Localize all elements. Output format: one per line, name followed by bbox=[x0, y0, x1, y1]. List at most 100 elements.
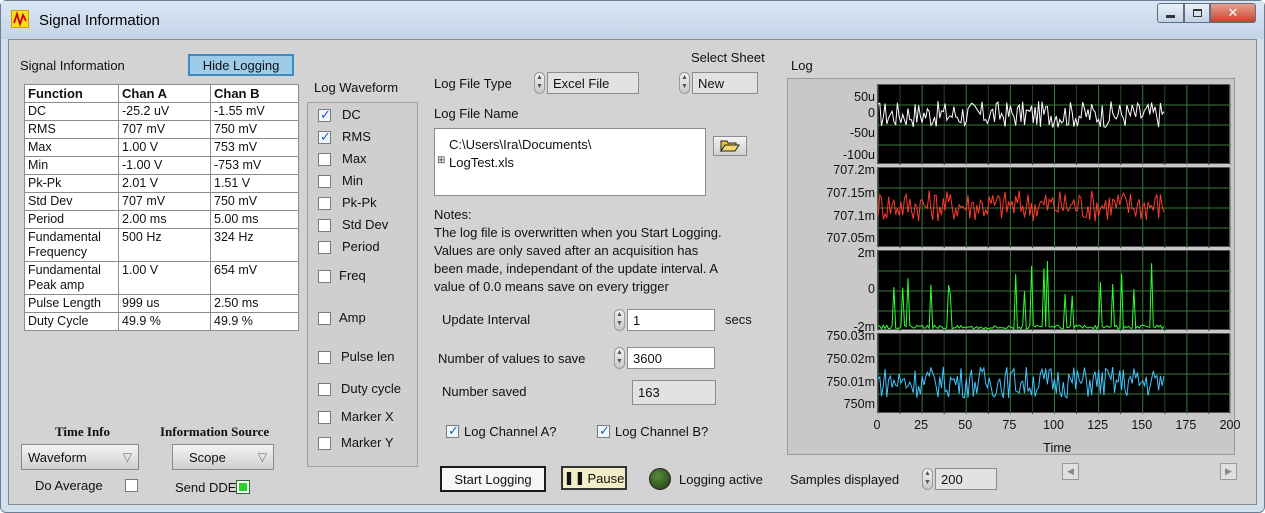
table-cell: 2.00 ms bbox=[118, 210, 211, 229]
minimize-icon bbox=[1166, 14, 1175, 18]
x-tick-label: 100 bbox=[1043, 418, 1064, 432]
log-waveform-checkbox[interactable] bbox=[318, 437, 331, 450]
y-tick-label: 707.1m bbox=[833, 209, 875, 223]
select-sheet-field[interactable]: New bbox=[692, 72, 758, 94]
window-title: Signal Information bbox=[39, 12, 160, 29]
close-button[interactable]: ✕ bbox=[1210, 3, 1256, 23]
y-tick-label: 707.15m bbox=[826, 186, 875, 200]
table-cell: -1.55 mV bbox=[210, 102, 299, 121]
x-tick-label: 75 bbox=[1002, 418, 1017, 432]
x-tick-label: 50 bbox=[958, 418, 973, 432]
log-plot-svg bbox=[878, 168, 1231, 248]
logging-active-led bbox=[649, 468, 671, 490]
y-tick-label: -100u bbox=[843, 148, 875, 162]
signal-info-table: Function Chan A Chan B DC -25.2 uV -1.55 m… bbox=[24, 84, 299, 331]
log-waveform-checkbox[interactable] bbox=[318, 241, 331, 254]
table-cell: 654 mV bbox=[210, 261, 299, 295]
y-tick-label: 707.2m bbox=[833, 163, 875, 177]
log-plot-panel bbox=[877, 167, 1231, 248]
table-cell: 707 mV bbox=[118, 120, 211, 139]
values-to-save-spinner[interactable]: ▲ ▼ bbox=[614, 347, 625, 369]
start-logging-button[interactable]: Start Logging bbox=[440, 466, 546, 492]
log-waveform-checkbox[interactable]: ✓ bbox=[318, 107, 331, 122]
table-cell: 324 Hz bbox=[210, 228, 299, 262]
log-plot-panel bbox=[877, 250, 1231, 331]
do-average-checkbox[interactable] bbox=[125, 479, 138, 492]
log-channel-b-checkbox[interactable]: ✓ bbox=[597, 423, 610, 438]
time-info-dropdown[interactable]: Waveform ▽ bbox=[21, 444, 139, 470]
samples-displayed-field[interactable]: 200 bbox=[935, 468, 997, 490]
send-dde-label: Send DDE bbox=[175, 480, 237, 495]
table-row: Max 1.00 V 753 mV bbox=[24, 138, 299, 157]
log-waveform-checkbox[interactable] bbox=[318, 175, 331, 188]
hide-logging-button[interactable]: Hide Logging bbox=[188, 54, 294, 76]
notes-line: The log file is overwritten when you Sta… bbox=[434, 225, 722, 240]
log-file-type-field[interactable]: Excel File bbox=[547, 72, 639, 94]
log-plot-panel bbox=[877, 333, 1231, 414]
log-waveform-checkbox[interactable] bbox=[318, 270, 331, 283]
log-channel-b-label: Log Channel B? bbox=[615, 424, 709, 439]
values-to-save-input[interactable]: 3600 bbox=[627, 347, 715, 369]
log-file-name-field[interactable]: C:\Users\Ira\Documents\ ⊞ LogTest.xls bbox=[434, 128, 706, 196]
table-row: Period 2.00 ms 5.00 ms bbox=[24, 210, 299, 229]
y-tick-label: 750m bbox=[843, 397, 875, 411]
maximize-button[interactable] bbox=[1184, 3, 1210, 23]
log-waveform-checkbox[interactable] bbox=[318, 411, 331, 424]
table-cell: 1.00 V bbox=[118, 138, 211, 157]
log-plot-svg bbox=[878, 251, 1231, 331]
y-tick-label: -50u bbox=[849, 126, 875, 140]
log-waveform-label: Duty cycle bbox=[341, 381, 401, 396]
log-waveform-checkbox[interactable] bbox=[318, 383, 331, 396]
table-cell: 1.51 V bbox=[210, 174, 299, 193]
x-tick-label: 150 bbox=[1131, 418, 1153, 432]
table-cell: 5.00 ms bbox=[210, 210, 299, 229]
log-waveform-label: Amp bbox=[339, 310, 366, 325]
log-waveform-checkbox[interactable]: ✓ bbox=[318, 129, 331, 144]
table-cell: RMS bbox=[24, 120, 119, 139]
x-tick-label: 125 bbox=[1087, 418, 1109, 432]
log-waveform-label: DC bbox=[342, 107, 361, 122]
info-source-label: Information Source bbox=[160, 424, 270, 439]
log-waveform-checkbox[interactable] bbox=[318, 351, 331, 364]
y-tick-label: 750.01m bbox=[826, 375, 875, 389]
table-cell: Min bbox=[24, 156, 119, 175]
y-tick-label: 750.02m bbox=[826, 352, 875, 366]
minimize-button[interactable] bbox=[1157, 3, 1184, 23]
pause-label: Pause bbox=[587, 470, 625, 486]
time-info-label: Time Info bbox=[55, 424, 111, 439]
info-source-dropdown[interactable]: Scope ▽ bbox=[172, 444, 274, 470]
select-sheet-spinner[interactable]: ▲ ▼ bbox=[679, 72, 690, 94]
select-sheet-label: Select Sheet bbox=[691, 50, 765, 65]
x-tick-label: 0 bbox=[873, 418, 881, 432]
table-cell: 707 mV bbox=[118, 192, 211, 211]
maximize-icon bbox=[1192, 9, 1202, 17]
log-file-type-spinner[interactable]: ▲ ▼ bbox=[534, 72, 545, 94]
log-channel-a-checkbox[interactable]: ✓ bbox=[446, 423, 459, 438]
send-dde-indicator[interactable] bbox=[236, 480, 250, 494]
arrow-right-icon: ▶ bbox=[1225, 466, 1232, 476]
log-waveform-title: Log Waveform bbox=[314, 80, 399, 95]
scroll-right-button[interactable]: ▶ bbox=[1220, 463, 1237, 480]
log-file-path-line1: C:\Users\Ira\Documents\ bbox=[449, 137, 592, 152]
y-tick-label: 2m bbox=[857, 246, 875, 260]
browse-folder-button[interactable] bbox=[713, 136, 747, 156]
update-interval-spinner[interactable]: ▲ ▼ bbox=[614, 309, 625, 331]
samples-displayed-spinner[interactable]: ▲ ▼ bbox=[922, 468, 933, 490]
table-cell: 49.9 % bbox=[118, 312, 211, 331]
time-info-value: Waveform bbox=[28, 449, 87, 465]
update-interval-input[interactable]: 1 bbox=[627, 309, 715, 331]
table-cell: -25.2 uV bbox=[118, 102, 211, 121]
log-waveform-label: Marker Y bbox=[341, 435, 394, 450]
pause-button[interactable]: ❚❚ Pause bbox=[561, 466, 627, 490]
log-waveform-checkbox[interactable] bbox=[318, 153, 331, 166]
column-header: Function bbox=[24, 84, 119, 103]
scroll-left-button[interactable]: ◀ bbox=[1062, 463, 1079, 480]
log-waveform-checkbox[interactable] bbox=[318, 197, 331, 210]
table-cell: -753 mV bbox=[210, 156, 299, 175]
log-waveform-checkbox[interactable] bbox=[318, 312, 331, 325]
x-tick-label: 25 bbox=[914, 418, 929, 432]
table-cell: 753 mV bbox=[210, 138, 299, 157]
log-waveform-checkbox[interactable] bbox=[318, 219, 331, 232]
table-row: DC -25.2 uV -1.55 mV bbox=[24, 102, 299, 121]
notes-title: Notes: bbox=[434, 207, 472, 222]
